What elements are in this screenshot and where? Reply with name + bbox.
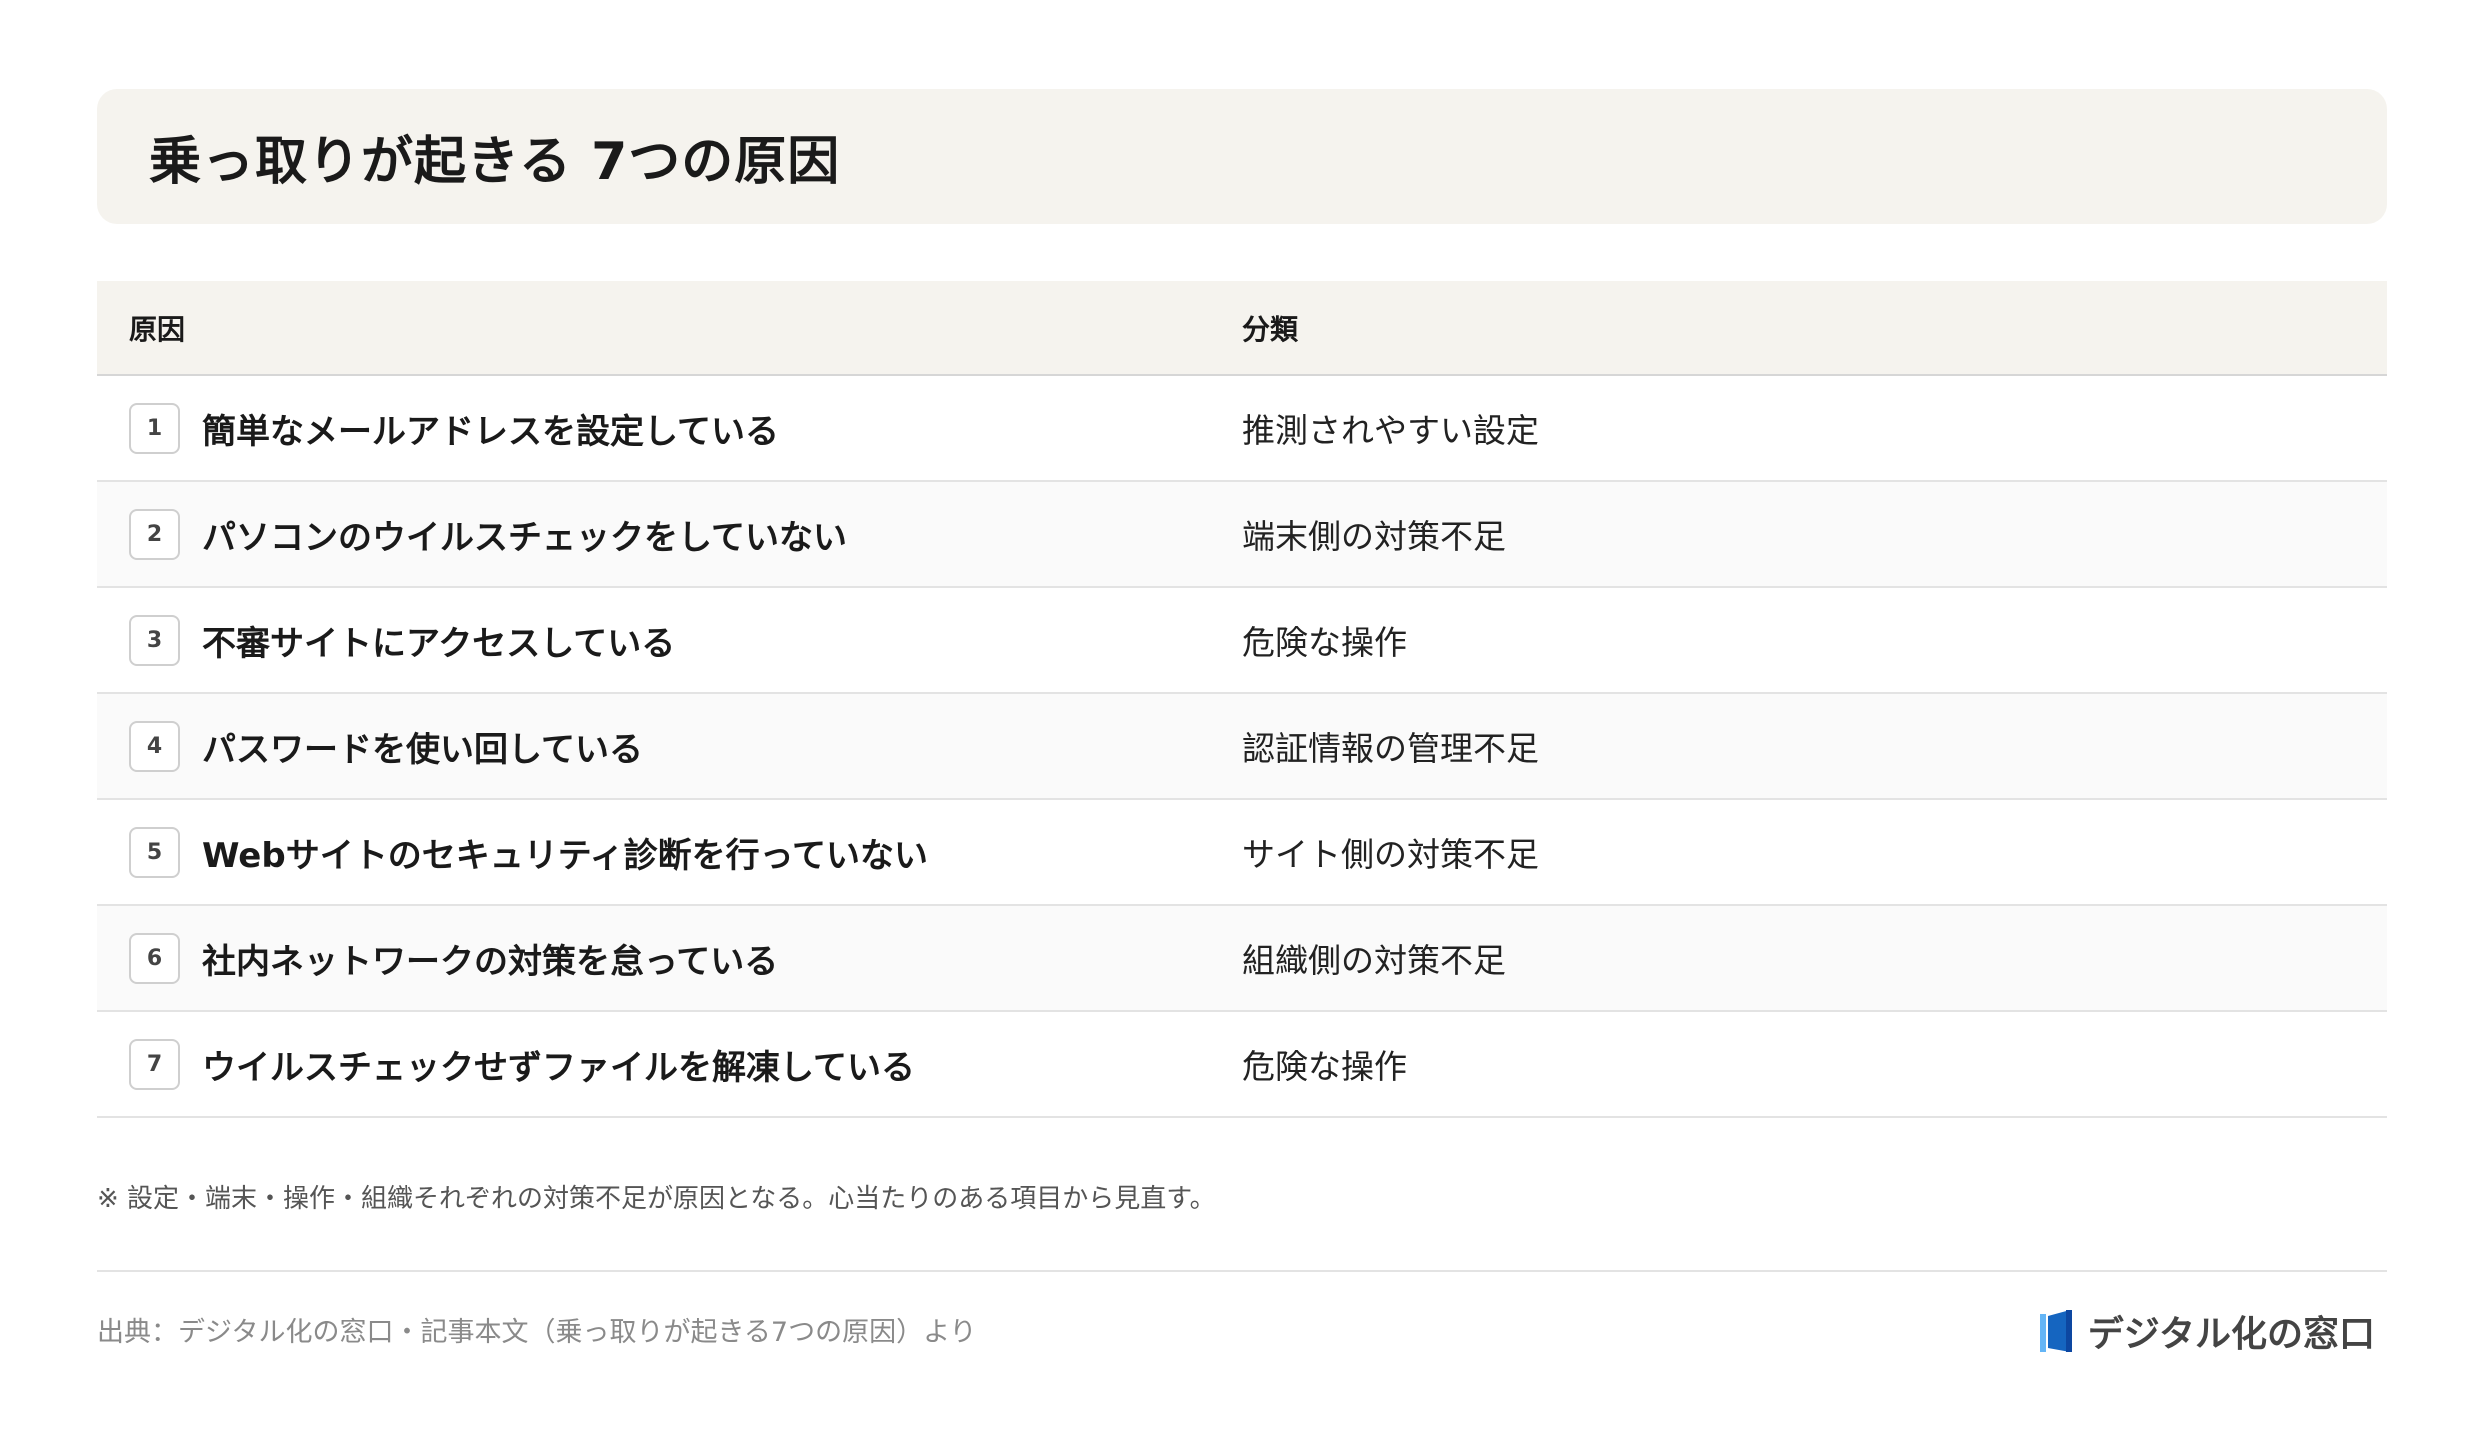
table-row: 2 パソコンのウイルスチェックをしていない 端末側の対策不足 <box>97 482 2387 588</box>
divider <box>97 1270 2387 1272</box>
brand: デジタル化の窓口 <box>2039 1305 2375 1357</box>
source-citation: 出典：デジタル化の窓口・記事本文（乗っ取りが起きる7つの原因）より <box>97 1317 977 1348</box>
cause-text: 簡単なメールアドレスを設定している <box>202 411 779 452</box>
brand-name: デジタル化の窓口 <box>2087 1314 2375 1355</box>
number-badge: 2 <box>129 508 180 560</box>
table-row: 6 社内ネットワークの対策を怠っている 組織側の対策不足 <box>97 906 2387 1012</box>
category-text: 推測されやすい設定 <box>1242 411 1539 450</box>
cause-text: ウイルスチェックせずファイルを解凍している <box>202 1047 915 1088</box>
page-title: 乗っ取りが起きる 7つの原因 <box>149 132 841 192</box>
category-text: 危険な操作 <box>1242 1047 1407 1086</box>
table-row: 5 Webサイトのセキュリティ診断を行っていない サイト側の対策不足 <box>97 800 2387 906</box>
number-badge: 7 <box>129 1038 180 1090</box>
cause-text: 不審サイトにアクセスしている <box>202 623 676 664</box>
number-badge: 1 <box>129 402 180 454</box>
causes-table: 原因 分類 1 簡単なメールアドレスを設定している 推測されやすい設定 2 パソ… <box>97 281 2387 1118</box>
cause-text: パソコンのウイルスチェックをしていない <box>202 517 847 558</box>
cause-cell: 1 簡単なメールアドレスを設定している <box>97 402 1242 454</box>
title-box: 乗っ取りが起きる 7つの原因 <box>97 89 2387 224</box>
category-text: 危険な操作 <box>1242 623 1407 662</box>
number-badge: 3 <box>129 614 180 666</box>
category-text: 端末側の対策不足 <box>1242 517 1506 556</box>
cause-cell: 6 社内ネットワークの対策を怠っている <box>97 932 1242 984</box>
header-cause: 原因 <box>129 312 186 346</box>
window-logo-icon <box>2039 1310 2072 1352</box>
cause-cell: 5 Webサイトのセキュリティ診断を行っていない <box>97 826 1242 878</box>
category-text: 認証情報の管理不足 <box>1242 729 1539 768</box>
cause-text: パスワードを使い回している <box>202 729 643 770</box>
category-text: 組織側の対策不足 <box>1242 941 1506 980</box>
table-header: 原因 分類 <box>97 281 2387 376</box>
footnote: ※ 設定・端末・操作・組織それぞれの対策不足が原因となる。心当たりのある項目から… <box>97 1184 1216 1214</box>
cause-cell: 2 パソコンのウイルスチェックをしていない <box>97 508 1242 560</box>
header-category: 分類 <box>1242 312 1299 346</box>
table-row: 3 不審サイトにアクセスしている 危険な操作 <box>97 588 2387 694</box>
number-badge: 6 <box>129 932 180 984</box>
cause-cell: 7 ウイルスチェックせずファイルを解凍している <box>97 1038 1242 1090</box>
category-text: サイト側の対策不足 <box>1242 835 1539 874</box>
cause-cell: 3 不審サイトにアクセスしている <box>97 614 1242 666</box>
table-row: 1 簡単なメールアドレスを設定している 推測されやすい設定 <box>97 376 2387 482</box>
table-row: 7 ウイルスチェックせずファイルを解凍している 危険な操作 <box>97 1012 2387 1118</box>
table-row: 4 パスワードを使い回している 認証情報の管理不足 <box>97 694 2387 800</box>
number-badge: 4 <box>129 720 180 772</box>
cause-text: Webサイトのセキュリティ診断を行っていない <box>202 835 928 876</box>
cause-text: 社内ネットワークの対策を怠っている <box>202 941 779 982</box>
cause-cell: 4 パスワードを使い回している <box>97 720 1242 772</box>
number-badge: 5 <box>129 826 180 878</box>
